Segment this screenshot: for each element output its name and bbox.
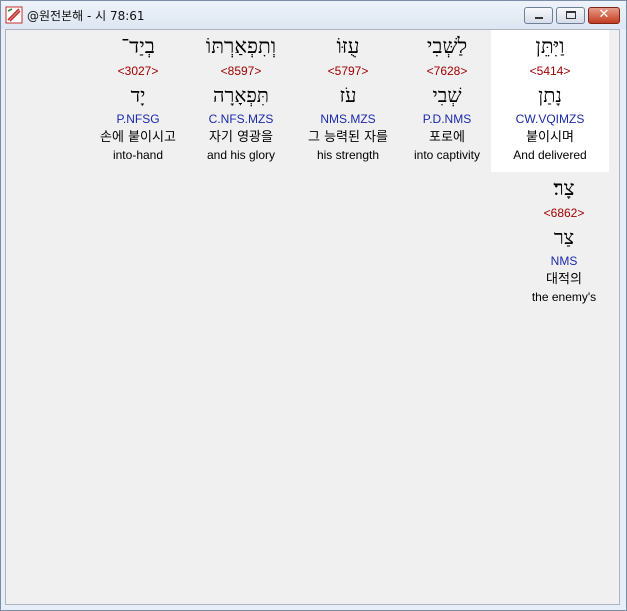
korean-gloss: 손에 붙이시고 [100,130,176,145]
close-icon: ✕ [598,7,610,22]
strong-number[interactable]: <8597> [182,62,300,80]
english-gloss: And delivered [513,148,587,162]
strong-number[interactable]: <3027> [79,62,197,80]
interlinear-panel: וַיִּתֵּן <5414> נָתַן CW.VQIMZS 붙이시며 An… [5,29,620,605]
strong-number[interactable]: <6862> [505,204,623,222]
lemma: נָתַן [538,83,562,107]
hebrew-word: וַיִּתֵּן [535,34,565,58]
parsing-code: C.NFS.MZS [208,112,274,126]
word-cell-1[interactable]: וַיִּתֵּן <5414> נָתַן CW.VQIMZS 붙이시며 An… [491,30,609,172]
parsing-code: CW.VQIMZS [515,112,585,126]
word-cell-3[interactable]: עֻזּוֹ <5797> עֹז NMS.MZS 그 능력된 자를 his s… [289,30,407,164]
window-title: @원전본해 - 시 78:61 [27,9,145,23]
korean-gloss: 그 능력된 자를 [307,130,389,145]
title-bar[interactable]: @원전본해 - 시 78:61 ✕ [1,1,626,29]
lemma: צַר [553,225,575,249]
close-button[interactable]: ✕ [588,7,620,24]
lemma: תִּפְאָרָה [212,83,269,107]
word-cell-6[interactable]: צָר׃ <6862> צַר NMS 대적의 the enemy's [505,172,623,306]
minimize-icon [535,17,543,19]
maximize-button[interactable] [556,7,585,24]
english-gloss: and his glory [206,148,276,162]
parsing-code: P.NFSG [116,112,160,126]
english-gloss: into-hand [112,148,164,162]
word-cell-5[interactable]: בְיַד־ <3027> יָד P.NFSG 손에 붙이시고 into-ha… [79,30,197,164]
strong-number[interactable]: <5414> [491,62,609,80]
english-gloss: the enemy's [531,290,597,304]
parsing-code: NMS.MZS [320,112,376,126]
hebrew-word: וְתִפְאַרְתּוֹ [205,34,277,58]
word-cell-4[interactable]: וְתִפְאַרְתּוֹ <8597> תִּפְאָרָה C.NFS.M… [182,30,300,164]
bible-app-icon [5,6,23,24]
app-window: @원전본해 - 시 78:61 ✕ וַיִּתֵּן <5414> נָתַן… [0,0,627,611]
maximize-icon [566,11,576,19]
strong-number[interactable]: <5797> [289,62,407,80]
korean-gloss: 붙이시며 [526,130,574,145]
english-gloss: his strength [316,148,380,162]
hebrew-word: עֻזּוֹ [336,34,360,58]
minimize-button[interactable] [524,7,553,24]
parsing-code: NMS [550,254,578,268]
hebrew-word: בְיַד־ [121,34,155,58]
lemma: יָד [130,83,146,107]
korean-gloss: 자기 영광을 [209,130,273,145]
lemma: עֹז [339,83,357,107]
hebrew-word: צָר׃ [553,176,575,200]
korean-gloss: 대적의 [546,272,582,287]
